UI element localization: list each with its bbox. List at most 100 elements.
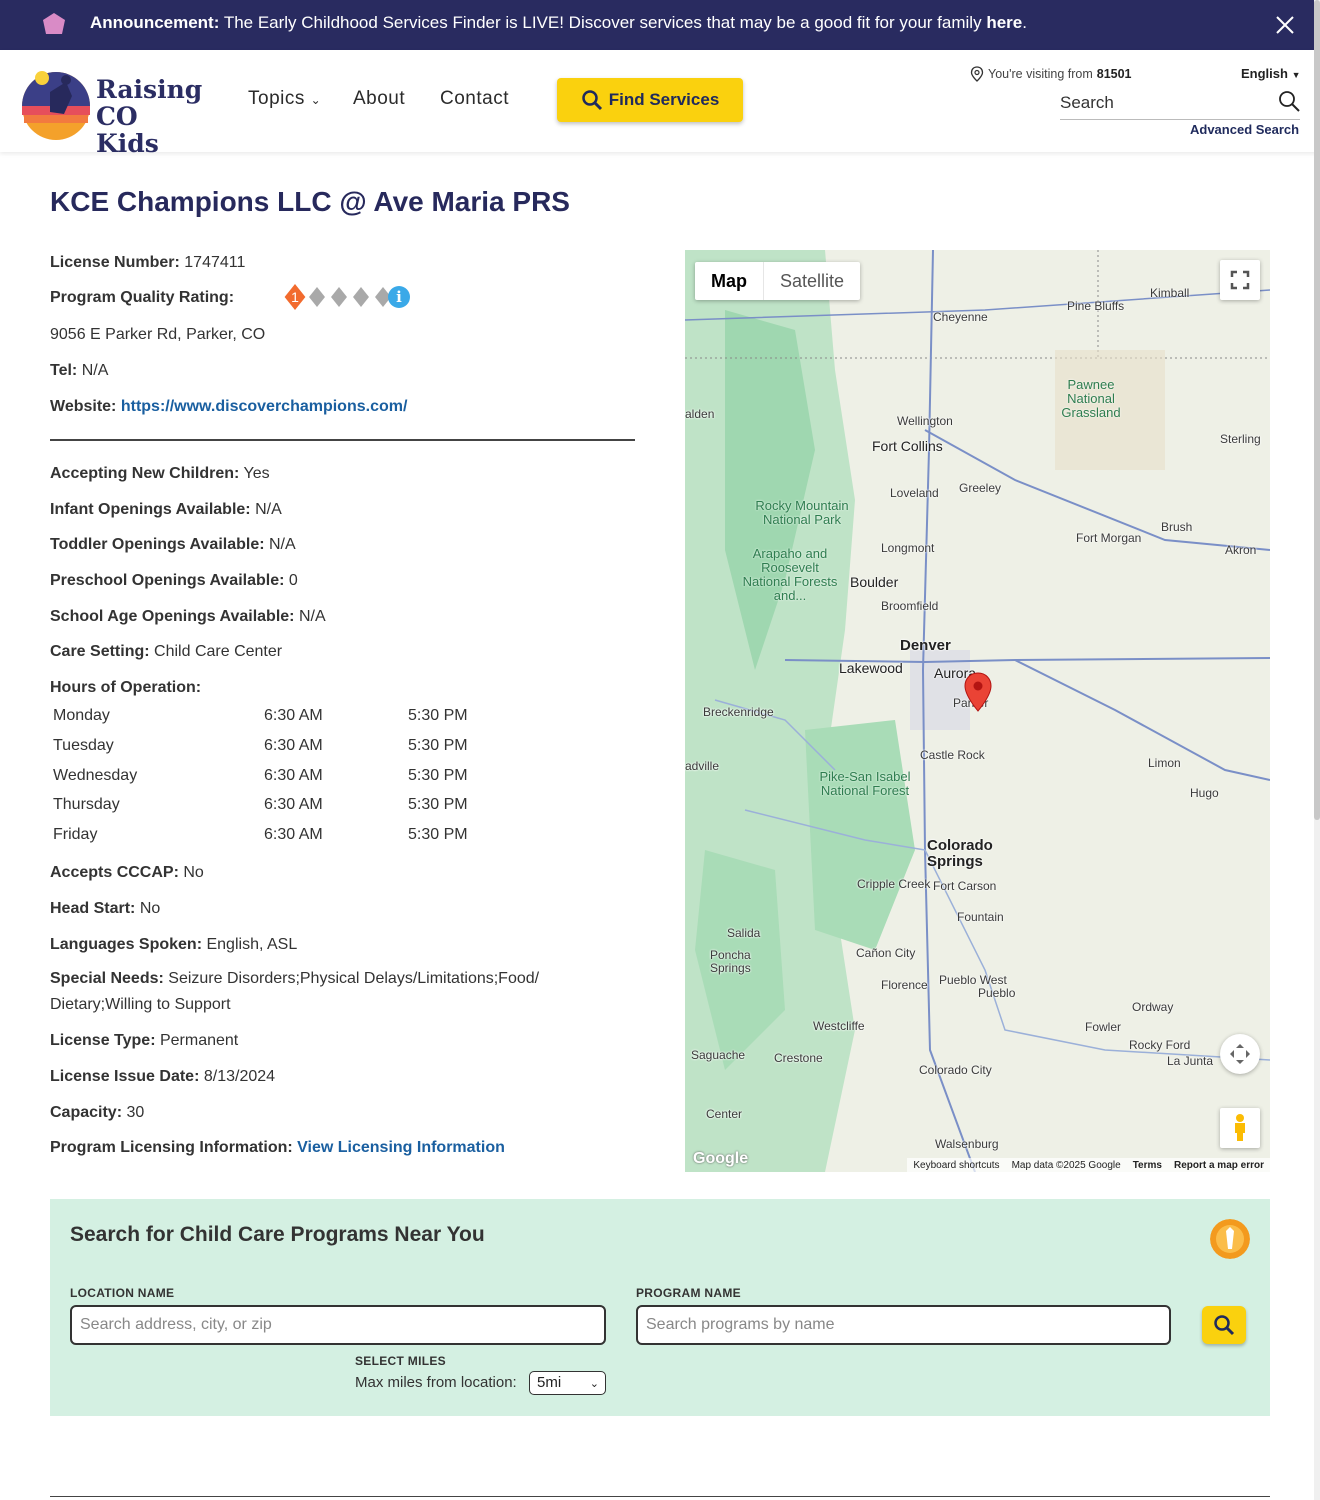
divider: [50, 439, 635, 441]
nav-contact[interactable]: Contact: [440, 88, 509, 110]
miles-select[interactable]: 5mi ⌄: [529, 1371, 606, 1395]
announcement-bar: Announcement: The Early Childhood Servic…: [0, 0, 1320, 50]
map-label: Westcliffe: [813, 1019, 865, 1033]
nav-about[interactable]: About: [353, 88, 405, 110]
caret-down-icon: ▼: [1291, 70, 1301, 80]
address: 9056 E Parker Rd, Parker, CO: [50, 326, 266, 343]
map-label: Salida: [727, 926, 761, 940]
location-input[interactable]: Search address, city, or zip: [70, 1305, 606, 1345]
map-park-label: Rocky Mountain National Park: [755, 498, 849, 527]
rating-diamond-empty: [331, 287, 347, 307]
capacity-row: Capacity: 30: [50, 1104, 145, 1121]
map-label: Hugo: [1190, 786, 1219, 800]
header-search-input[interactable]: Search: [1060, 93, 1114, 113]
map-label: Poncha Springs: [710, 948, 751, 975]
map-label: Lakewood: [839, 660, 903, 676]
map-label: Fountain: [957, 910, 1004, 924]
miles-text: Max miles from location:: [355, 1374, 517, 1391]
map-tab[interactable]: Map: [695, 262, 763, 300]
map-label: Wellington: [897, 414, 953, 428]
map-label: Pueblo: [978, 986, 1016, 1000]
page-title: KCE Champions LLC @ Ave Maria PRS: [50, 186, 570, 217]
chevron-down-icon: ⌄: [310, 93, 322, 107]
map-label: alden: [685, 407, 715, 421]
keyboard-shortcuts-link[interactable]: Keyboard shortcuts: [913, 1160, 999, 1171]
search-icon[interactable]: [1278, 90, 1300, 112]
map-label: Colorado Springs: [927, 837, 993, 870]
person-badge-icon: [1210, 1219, 1250, 1259]
map[interactable]: Cheyenne Kimball Pine Bluffs Wellington …: [685, 250, 1270, 1172]
map-label: Boulder: [850, 574, 899, 590]
location-pin-icon: [970, 66, 984, 82]
header-search[interactable]: Search: [1060, 90, 1300, 120]
map-label: Cripple Creek: [857, 877, 931, 891]
license-type-row: License Type: Permanent: [50, 1032, 239, 1049]
map-label: Breckenridge: [703, 705, 774, 719]
map-data-text: Map data ©2025 Google: [1011, 1159, 1121, 1171]
street-view-button[interactable]: [1220, 1108, 1260, 1148]
map-label: Crestone: [774, 1051, 823, 1065]
footer-divider: [50, 1496, 1270, 1497]
map-park-label: Pawnee National Grassland: [1061, 377, 1121, 420]
licensing-info-row: Program Licensing Information: View Lice…: [50, 1139, 505, 1156]
website-link[interactable]: https://www.discoverchampions.com/: [121, 398, 408, 415]
miles-label: SELECT MILES: [355, 1354, 446, 1368]
program-input[interactable]: Search programs by name: [636, 1305, 1171, 1345]
map-label: Walsenburg: [935, 1137, 999, 1151]
view-licensing-link[interactable]: View Licensing Information: [297, 1139, 505, 1156]
visiting-location: You're visiting from 81501: [970, 66, 1132, 82]
map-park-label: Arapaho and Roosevelt National Forests a…: [742, 546, 838, 603]
rating-diamond-empty: [309, 287, 325, 307]
map-label: Ordway: [1132, 1000, 1174, 1014]
website-row: Website: https://www.discoverchampions.c…: [50, 398, 408, 415]
info-icon[interactable]: i: [388, 286, 410, 308]
language-select[interactable]: English ▼: [1241, 66, 1301, 81]
map-label: Pueblo West: [939, 973, 1007, 987]
map-label: Saguache: [691, 1048, 746, 1062]
location-label: LOCATION NAME: [70, 1286, 175, 1300]
site-header: Raising CO Kids Topics ⌄ About Contact F…: [0, 50, 1320, 157]
logo-wordmark: Raising CO Kids: [96, 75, 203, 158]
map-label: Greeley: [959, 481, 1002, 495]
map-label: Fort Carson: [933, 879, 997, 893]
map-marker-icon[interactable]: [964, 672, 992, 712]
satellite-tab[interactable]: Satellite: [763, 262, 860, 300]
care-setting-row: Care Setting: Child Care Center: [50, 643, 283, 660]
logo-mark: [22, 71, 90, 140]
panel-title: Search for Child Care Programs Near You: [70, 1223, 485, 1246]
scrollbar-thumb[interactable]: [1314, 0, 1320, 820]
languages-row: Languages Spoken: English, ASL: [50, 936, 298, 953]
map-label: Broomfield: [881, 599, 939, 613]
map-label: Fort Morgan: [1076, 531, 1142, 545]
map-label: Fort Collins: [872, 438, 943, 454]
report-error-link[interactable]: Report a map error: [1174, 1160, 1264, 1171]
quality-rating-row: Program Quality Rating:: [50, 289, 235, 306]
search-icon: [581, 90, 602, 111]
nav-topics[interactable]: Topics ⌄: [248, 88, 321, 110]
site-logo[interactable]: Raising CO Kids: [18, 58, 203, 157]
search-button[interactable]: [1202, 1306, 1246, 1344]
fullscreen-icon: [1230, 270, 1250, 290]
search-icon: [1214, 1315, 1235, 1336]
close-icon[interactable]: [1272, 12, 1298, 38]
map-camera-control[interactable]: [1220, 1034, 1260, 1074]
special-needs-row: Special Needs: Seizure Disorders;Physica…: [50, 970, 540, 1013]
map-label: Castle Rock: [920, 748, 985, 762]
school-age-row: School Age Openings Available: N/A: [50, 608, 326, 625]
map-label: Cheyenne: [933, 310, 988, 324]
fullscreen-button[interactable]: [1220, 260, 1260, 300]
pentagon-icon: [43, 13, 65, 34]
pegman-icon: [1235, 1114, 1245, 1141]
map-label: Denver: [900, 637, 951, 654]
announcement-link[interactable]: here: [986, 13, 1022, 32]
terms-link[interactable]: Terms: [1133, 1160, 1162, 1171]
advanced-search-link[interactable]: Advanced Search: [1190, 122, 1299, 137]
cccap-row: Accepts CCCAP: No: [50, 864, 204, 881]
find-services-button[interactable]: Find Services: [557, 78, 743, 122]
map-label: Florence: [881, 978, 928, 992]
scrollbar[interactable]: [1314, 0, 1320, 1500]
map-label: Limon: [1148, 756, 1181, 770]
toddler-row: Toddler Openings Available: N/A: [50, 536, 296, 553]
program-label: PROGRAM NAME: [636, 1286, 741, 1300]
move-arrows-icon: [1230, 1044, 1250, 1064]
